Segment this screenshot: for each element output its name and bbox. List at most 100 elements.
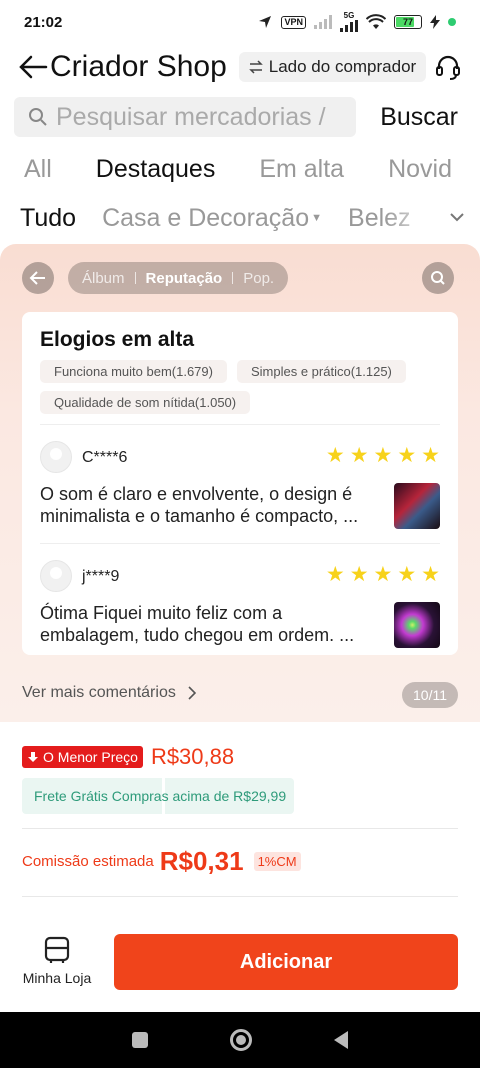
commission-label: Comissão estimada xyxy=(22,853,154,870)
search-button[interactable]: Buscar xyxy=(380,103,458,132)
review-segment-control: Álbum Reputação Pop. xyxy=(68,262,289,294)
star-icon: ★ xyxy=(325,563,345,586)
tab-em-alta[interactable]: Em alta xyxy=(259,155,344,184)
tab-novidades[interactable]: Novid xyxy=(388,155,452,184)
category-tabs: All Destaques Em alta Novid xyxy=(0,144,480,194)
fade-overlay xyxy=(384,196,444,240)
subcategory-tudo[interactable]: Tudo xyxy=(20,204,76,233)
star-icon: ★ xyxy=(421,444,440,467)
price: R$30,88 xyxy=(150,744,235,769)
recents-button[interactable] xyxy=(132,1032,148,1048)
more-comments-label: Ver mais comentários xyxy=(22,684,176,701)
notification-dot xyxy=(448,18,456,26)
review-back-button[interactable] xyxy=(22,262,54,294)
system-navigation-bar xyxy=(0,1012,480,1068)
praise-tag[interactable]: Funciona muito bem(1.679) xyxy=(40,360,227,383)
praise-title: Elogios em alta xyxy=(40,328,195,351)
star-icon: ★ xyxy=(373,444,393,467)
segment-album[interactable]: Álbum xyxy=(82,270,125,287)
expand-categories-button[interactable] xyxy=(444,204,470,230)
reviews-card: Elogios em alta Funciona muito bem(1.679… xyxy=(22,312,458,655)
review-text: Ótima Fiquei muito feliz com a embalagem… xyxy=(40,603,355,645)
page-title: Criador Shop xyxy=(50,50,227,83)
my-store-label: Minha Loja xyxy=(22,970,92,986)
app-header: Criador Shop Lado do comprador xyxy=(0,44,480,90)
swap-icon xyxy=(248,60,263,74)
review-section: Álbum Reputação Pop. Elogios em alta Fun… xyxy=(0,244,480,722)
vpn-icon: VPN xyxy=(281,15,306,29)
segment-reputacao[interactable]: Reputação xyxy=(146,270,223,287)
subcategory-casa-decoracao[interactable]: Casa e Decoração ▼ xyxy=(102,204,322,233)
commission-value: R$0,31 xyxy=(159,846,244,876)
search-box[interactable] xyxy=(14,97,356,137)
clock: 21:02 xyxy=(24,13,63,31)
divider xyxy=(22,896,458,897)
my-store-button[interactable]: Minha Loja xyxy=(20,936,94,986)
buyer-side-label: Lado do comprador xyxy=(268,57,417,76)
add-button[interactable]: Adicionar xyxy=(114,934,458,990)
lowest-price-label: O Menor Preço xyxy=(43,749,138,765)
back-arrow-icon xyxy=(19,55,48,79)
star-icon: ★ xyxy=(397,444,417,467)
system-back-button[interactable] xyxy=(334,1031,348,1049)
price-row: O Menor Preço R$30,88 xyxy=(22,744,234,770)
tab-destaques[interactable]: Destaques xyxy=(71,155,239,194)
customer-service-button[interactable] xyxy=(434,53,462,81)
divider xyxy=(22,828,458,829)
battery-icon: 77 xyxy=(394,15,422,29)
review-text: O som é claro e envolvente, o design é m… xyxy=(40,484,359,526)
wifi-icon xyxy=(366,14,386,30)
bottom-action-bar: Minha Loja Adicionar xyxy=(0,926,480,1006)
search-icon xyxy=(431,271,445,285)
lowest-price-badge: O Menor Preço xyxy=(22,746,143,768)
store-icon xyxy=(44,936,70,963)
charging-icon xyxy=(430,15,440,29)
segment-divider xyxy=(232,272,234,284)
segment-divider xyxy=(134,272,136,284)
divider xyxy=(40,424,440,425)
network-5g-icon: 5G xyxy=(340,12,358,32)
search-input[interactable] xyxy=(56,102,336,132)
star-icon: ★ xyxy=(325,444,345,467)
star-icon: ★ xyxy=(421,563,440,586)
search-icon xyxy=(29,108,47,126)
arrow-left-icon xyxy=(29,271,45,285)
praise-tags: Funciona muito bem(1.679) Simples e prát… xyxy=(40,360,440,414)
buyer-side-toggle[interactable]: Lado do comprador xyxy=(238,52,427,82)
chevron-down-icon xyxy=(450,213,464,222)
review-user: j****9 xyxy=(82,568,120,585)
more-comments-link[interactable]: Ver mais comentários xyxy=(22,684,196,702)
review-photo[interactable] xyxy=(394,483,440,529)
arrow-down-icon xyxy=(28,752,38,762)
battery-level: 77 xyxy=(402,17,413,27)
avatar xyxy=(40,441,72,473)
tab-all[interactable]: All xyxy=(24,155,52,184)
free-shipping-text: Frete Grátis Compras acima de R$29,99 xyxy=(34,788,287,804)
praise-tag[interactable]: Qualidade de som nítida(1.050) xyxy=(40,391,251,414)
star-icon: ★ xyxy=(397,563,417,586)
mobile-signal-icon xyxy=(314,15,332,29)
review-item[interactable]: j****9 ★ ★ ★ ★ ★ Ótima Fiquei muito feli… xyxy=(40,554,440,660)
free-shipping-banner: Frete Grátis Compras acima de R$29,99 xyxy=(22,778,294,814)
rating-stars: ★ ★ ★ ★ ★ xyxy=(326,445,440,467)
segment-pop[interactable]: Pop. xyxy=(243,270,274,287)
review-user: C****6 xyxy=(82,449,128,466)
avatar xyxy=(40,560,72,592)
subcategory-bar: Tudo Casa e Decoração ▼ Belez xyxy=(0,196,480,240)
commission-row: Comissão estimada R$0,31 1%CM xyxy=(22,846,301,877)
subcategory-label: Casa e Decoração xyxy=(102,203,310,232)
praise-tag[interactable]: Simples e prático(1.125) xyxy=(236,360,406,383)
review-item[interactable]: C****6 ★ ★ ★ ★ ★ O som é claro e envolve… xyxy=(40,435,440,541)
headset-icon xyxy=(436,55,460,80)
location-icon xyxy=(257,14,273,30)
review-search-button[interactable] xyxy=(422,262,454,294)
star-icon: ★ xyxy=(373,563,393,586)
review-photo[interactable] xyxy=(394,602,440,648)
search-row: Buscar xyxy=(0,96,480,138)
home-button[interactable] xyxy=(230,1029,252,1051)
network-label: 5G xyxy=(343,11,355,20)
star-icon: ★ xyxy=(349,444,369,467)
chevron-right-icon xyxy=(188,686,196,700)
back-button[interactable] xyxy=(18,52,48,82)
subcategory-label: Tudo xyxy=(20,203,77,232)
